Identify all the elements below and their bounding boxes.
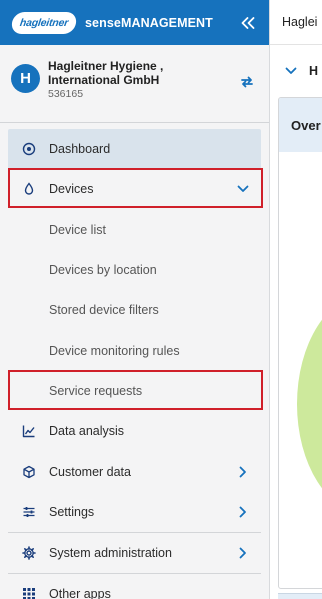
organization-switcher[interactable]: H Hagleitner Hygiene , International Gmb…: [0, 45, 269, 123]
chevron-right-icon: [235, 506, 251, 518]
line-chart-icon: [21, 423, 37, 439]
nav-item-data-analysis[interactable]: Data analysis: [0, 411, 269, 451]
nav-item-label: Devices: [49, 182, 94, 197]
nav-item-label: Data analysis: [49, 424, 125, 439]
nav-item-settings[interactable]: Settings: [0, 492, 269, 532]
app-name: senseMANAGEMENT: [85, 15, 213, 30]
nav-item-devices[interactable]: Devices: [0, 169, 269, 209]
chevron-down-icon: [285, 64, 297, 78]
chevron-right-icon: [235, 466, 251, 478]
dashboard-icon: [21, 141, 37, 157]
nav-item-label: Other apps: [49, 587, 111, 599]
nav-item-label: Service requests: [49, 383, 143, 398]
droplet-icon: [21, 181, 37, 197]
nav-item-label: Device monitoring rules: [49, 343, 180, 358]
nav-item-label: Device list: [49, 222, 106, 237]
chevron-right-icon: [235, 547, 251, 559]
nav-item-label: Settings: [49, 504, 95, 519]
avatar: H: [11, 64, 40, 93]
section-title: H: [309, 64, 319, 78]
nav-subitem-stored-device-filters[interactable]: Stored device filters: [0, 290, 269, 330]
nav-subitem-device-monitoring-rules[interactable]: Device monitoring rules: [0, 330, 269, 370]
nav-item-label: Devices by location: [49, 263, 157, 278]
sliders-icon: [21, 504, 37, 520]
chevron-down-icon: [235, 185, 251, 193]
nav-item-label: Stored device filters: [49, 303, 159, 318]
nav-item-label: Dashboard: [49, 142, 111, 157]
main-content: Haglei H Over: [270, 0, 322, 599]
pie-chart-slice: [297, 294, 322, 514]
apps-grid-icon: [21, 586, 37, 599]
gear-icon: [21, 545, 37, 561]
nav-subitem-device-list[interactable]: Device list: [0, 210, 269, 250]
nav-menu: Dashboard Devices Device list Devices by…: [0, 123, 269, 599]
cube-icon: [21, 464, 37, 480]
nav-item-dashboard[interactable]: Dashboard: [8, 129, 261, 170]
hagleitner-logo: hagleitner: [10, 11, 78, 34]
overview-card: Over: [278, 97, 322, 589]
nav-item-system-administration[interactable]: System administration: [0, 533, 269, 573]
next-card-header: [278, 593, 322, 599]
organization-name: Hagleitner Hygiene , International GmbH: [48, 59, 164, 87]
nav-item-label: Customer data: [49, 464, 131, 479]
nav-item-other-apps[interactable]: Other apps: [0, 574, 269, 599]
organization-id: 536165: [48, 88, 84, 100]
nav-item-customer-data[interactable]: Customer data: [0, 451, 269, 491]
section-toggle[interactable]: H: [270, 45, 322, 97]
sidebar-header: hagleitner senseMANAGEMENT: [0, 0, 269, 45]
double-chevron-left-icon[interactable]: [237, 12, 259, 34]
nav-subitem-devices-by-location[interactable]: Devices by location: [0, 250, 269, 290]
sidebar: hagleitner senseMANAGEMENT H Hagleitner …: [0, 0, 270, 599]
swap-arrows-icon[interactable]: [240, 75, 254, 93]
nav-subitem-service-requests[interactable]: Service requests: [0, 371, 269, 411]
nav-item-label: System administration: [49, 546, 172, 561]
card-title: Over: [279, 98, 322, 152]
page-header-title: Haglei: [270, 0, 322, 45]
